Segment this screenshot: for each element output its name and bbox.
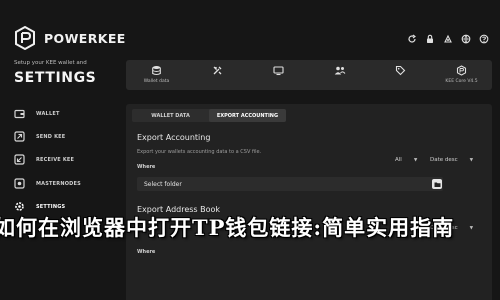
lock-icon[interactable] xyxy=(422,31,438,47)
export-accounting-description: Export your wallets accounting data to a… xyxy=(137,149,262,155)
tab-tag[interactable] xyxy=(370,60,431,90)
filter-select[interactable]: All ▼ xyxy=(395,157,417,163)
brand-tagline: Setup your KEE wallet and xyxy=(14,60,87,66)
tab-label: Wallet data xyxy=(143,79,170,84)
browse-folder-button[interactable] xyxy=(432,179,442,189)
masternodes-icon xyxy=(14,178,25,189)
info-icon[interactable] xyxy=(476,31,492,47)
chevron-down-icon: ▼ xyxy=(413,157,418,163)
sort-select[interactable]: Date desc ▼ xyxy=(430,157,473,163)
tab-wallet-data[interactable]: Wallet data xyxy=(126,60,187,90)
brand: POWERKEE xyxy=(14,25,126,51)
where-label: Where xyxy=(137,164,156,170)
folder-input-value: Select folder xyxy=(144,180,182,188)
folder-icon xyxy=(434,182,440,187)
folder-input[interactable]: Select folder xyxy=(137,177,443,191)
tab-tools[interactable] xyxy=(187,60,248,90)
sidebar-item-receive-kee[interactable]: RECEIVE KEE xyxy=(14,154,74,165)
people-icon xyxy=(334,65,346,76)
sort-select-value: Date desc xyxy=(430,157,458,163)
subtab-export-accounting[interactable]: EXPORT ACCOUNTING xyxy=(209,109,286,122)
sidebar-item-label: SETTINGS xyxy=(36,203,66,210)
subtab-bar: WALLET DATA EXPORT ACCOUNTING xyxy=(132,109,286,122)
address-book-where-label: Where xyxy=(137,249,156,255)
powerkee-logo-icon xyxy=(14,25,36,51)
sidebar-item-masternodes[interactable]: MASTERNODES xyxy=(14,178,81,189)
settings-tabbar: Wallet data KEE Core V4.5 xyxy=(126,60,492,90)
sidebar-item-wallet[interactable]: WALLET xyxy=(14,108,60,119)
wallet-icon xyxy=(14,108,25,119)
network-icon[interactable] xyxy=(458,31,474,47)
tab-display[interactable] xyxy=(248,60,309,90)
tools-icon xyxy=(212,65,223,76)
tab-kee-core[interactable]: KEE Core V4.5 xyxy=(431,60,492,90)
send-icon xyxy=(14,131,25,142)
database-icon xyxy=(151,65,162,76)
sidebar-item-label: SEND KEE xyxy=(36,133,66,140)
sidebar: POWERKEE Setup your KEE wallet and SETTI… xyxy=(0,0,125,300)
kee-core-icon xyxy=(456,65,467,76)
tab-people[interactable] xyxy=(309,60,370,90)
brand-name: POWERKEE xyxy=(44,30,126,46)
tab-label: KEE Core V4.5 xyxy=(445,79,478,84)
sidebar-item-label: RECEIVE KEE xyxy=(36,156,75,163)
sync-icon[interactable] xyxy=(440,31,456,47)
export-accounting-title: Export Accounting xyxy=(137,133,211,142)
filter-select-value: All xyxy=(395,157,402,163)
tag-icon xyxy=(395,65,406,76)
receive-icon xyxy=(14,154,25,165)
caption-text: 如何在浏览器中打开TP钱包链接:简单实用指南 xyxy=(0,215,455,240)
sidebar-item-send-kee[interactable]: SEND KEE xyxy=(14,131,65,142)
page-title: SETTINGS xyxy=(14,70,97,86)
refresh-icon[interactable] xyxy=(404,31,420,47)
subtab-wallet-data[interactable]: WALLET DATA xyxy=(132,109,209,122)
display-icon xyxy=(273,65,284,76)
caption-overlay: 如何在浏览器中打开TP钱包链接:简单实用指南 xyxy=(0,210,500,244)
chevron-down-icon: ▼ xyxy=(469,157,474,163)
sidebar-item-label: WALLET xyxy=(36,110,60,117)
top-toolbar xyxy=(402,31,492,47)
sidebar-item-label: MASTERNODES xyxy=(36,180,81,187)
